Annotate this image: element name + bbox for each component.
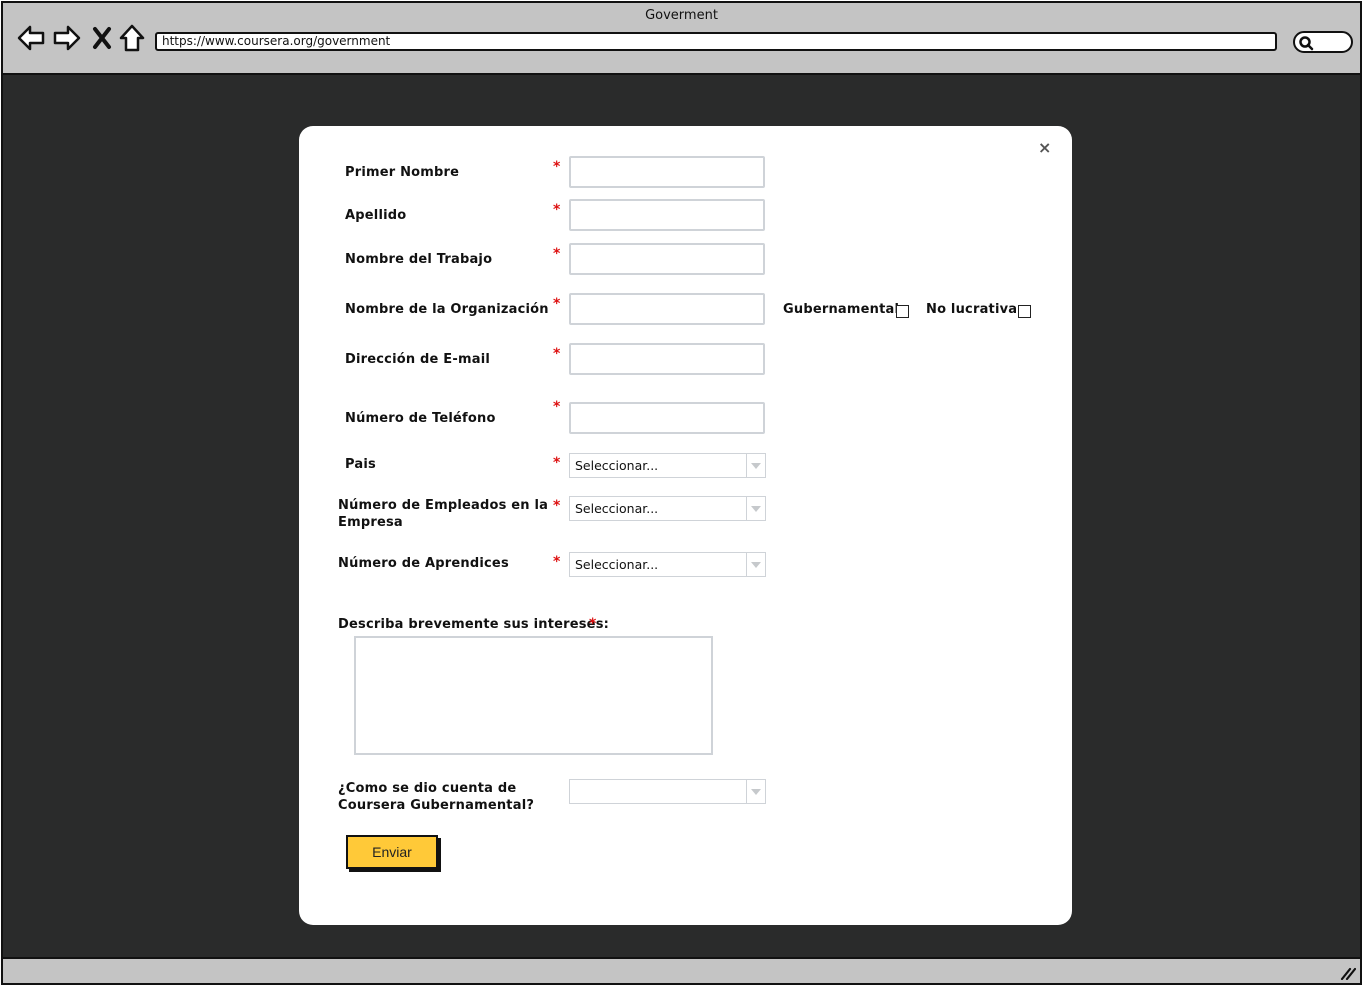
- organization-input[interactable]: [569, 293, 765, 325]
- chevron-down-icon: [746, 454, 765, 477]
- window-title: Goverment: [645, 8, 718, 23]
- required-mark: *: [553, 296, 561, 312]
- interests-textarea[interactable]: [354, 636, 713, 755]
- employees-label-line2: Empresa: [338, 515, 403, 530]
- phone-label: Número de Teléfono: [345, 411, 496, 426]
- required-mark: *: [553, 246, 561, 262]
- browser-window: Goverment https://www.coursera.org/gover…: [1, 1, 1362, 985]
- required-mark: *: [553, 554, 561, 570]
- learners-label: Número de Aprendices: [338, 556, 509, 571]
- last-name-input[interactable]: [569, 199, 765, 231]
- home-icon[interactable]: [117, 23, 147, 53]
- email-label: Dirección de E-mail: [345, 352, 491, 367]
- phone-input[interactable]: [569, 402, 765, 434]
- required-mark: *: [553, 346, 561, 362]
- government-checkbox[interactable]: [896, 305, 909, 318]
- submit-button[interactable]: Enviar: [346, 835, 438, 869]
- back-arrow-icon[interactable]: [16, 23, 46, 53]
- country-label: Pais: [345, 457, 376, 472]
- job-title-input[interactable]: [569, 243, 765, 275]
- chevron-down-icon: [746, 780, 765, 803]
- required-mark: *: [553, 159, 561, 175]
- url-bar[interactable]: https://www.coursera.org/government: [155, 32, 1277, 51]
- government-checkbox-label: Gubernamental: [783, 302, 900, 317]
- chevron-down-icon: [746, 553, 765, 576]
- close-icon[interactable]: ×: [1038, 140, 1051, 156]
- interests-label: Describa brevemente sus intereses:: [338, 617, 610, 632]
- country-select-value: Seleccionar...: [575, 458, 659, 473]
- learners-select-value: Seleccionar...: [575, 557, 659, 572]
- nonprofit-checkbox[interactable]: [1018, 305, 1031, 318]
- referral-label: ¿Como se dio cuenta de Coursera Gubernam…: [338, 780, 534, 814]
- last-name-label: Apellido: [345, 208, 407, 223]
- required-mark: *: [589, 616, 597, 632]
- employees-label: Número de Empleados en la Empresa: [338, 497, 548, 531]
- required-mark: *: [553, 399, 561, 415]
- forward-arrow-icon[interactable]: [52, 23, 82, 53]
- employees-select-value: Seleccionar...: [575, 501, 659, 516]
- email-input[interactable]: [569, 343, 765, 375]
- browser-statusbar: [3, 957, 1360, 983]
- resize-grip-icon[interactable]: [1340, 966, 1356, 980]
- organization-label: Nombre de la Organización: [345, 302, 549, 317]
- employees-select[interactable]: Seleccionar...: [569, 496, 766, 521]
- search-field[interactable]: [1293, 31, 1353, 53]
- required-mark: *: [553, 202, 561, 218]
- employees-label-line1: Número de Empleados en la: [338, 498, 549, 513]
- nonprofit-checkbox-label: No lucrativa: [926, 302, 1018, 317]
- referral-label-line1: ¿Como se dio cuenta de: [338, 781, 517, 796]
- country-select[interactable]: Seleccionar...: [569, 453, 766, 478]
- browser-toolbar: Goverment https://www.coursera.org/gover…: [3, 3, 1360, 75]
- referral-select[interactable]: [569, 779, 766, 804]
- contact-form-modal: × Primer Nombre * Apellido * Nombre del …: [299, 126, 1072, 925]
- learners-select[interactable]: Seleccionar...: [569, 552, 766, 577]
- job-title-label: Nombre del Trabajo: [345, 252, 493, 267]
- required-mark: *: [553, 455, 561, 471]
- chevron-down-icon: [746, 497, 765, 520]
- first-name-input[interactable]: [569, 156, 765, 188]
- referral-label-line2: Coursera Gubernamental?: [338, 798, 535, 813]
- first-name-label: Primer Nombre: [345, 165, 460, 180]
- search-icon: [1299, 36, 1314, 51]
- required-mark: *: [553, 498, 561, 514]
